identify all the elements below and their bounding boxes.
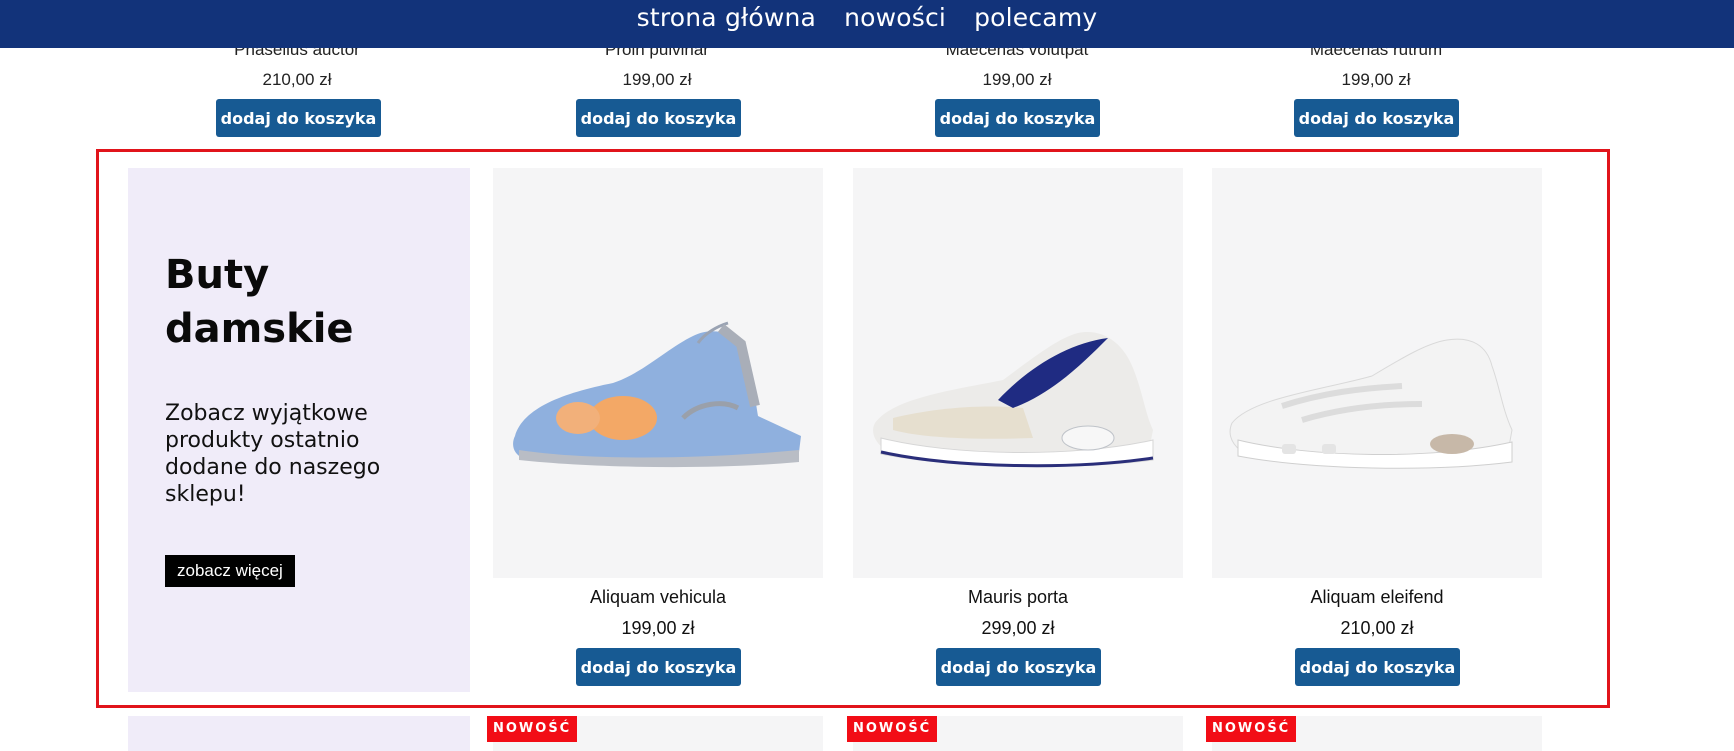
product-image[interactable] — [853, 168, 1183, 578]
sneaker-blue-orange-icon — [513, 321, 801, 468]
promo-description: Zobacz wyjątkowe produkty ostatnio dodan… — [165, 401, 381, 507]
add-to-cart-button[interactable]: dodaj do koszyka — [576, 648, 741, 686]
product-name[interactable]: Aliquam eleifend — [1212, 587, 1542, 608]
add-to-cart-button[interactable]: dodaj do koszyka — [216, 99, 381, 137]
nav-link-recommended[interactable]: polecamy — [974, 3, 1097, 32]
new-badge: NOWOŚĆ — [487, 716, 578, 742]
see-more-button[interactable]: zobacz więcej — [165, 555, 295, 587]
category-promo-panel — [128, 716, 470, 751]
nav-link-home[interactable]: strona główna — [637, 3, 816, 32]
new-badge: NOWOŚĆ — [1206, 716, 1297, 742]
nav-link-new[interactable]: nowości — [844, 3, 946, 32]
product-price: 199,00 zł — [622, 70, 692, 89]
product-price: 210,00 zł — [1340, 618, 1414, 638]
product-image[interactable]: NOWOŚĆ — [847, 716, 1183, 751]
product-price: 199,00 zł — [621, 618, 695, 638]
sneaker-white-icon — [1229, 338, 1513, 469]
product-image[interactable]: NOWOŚĆ — [1206, 716, 1542, 751]
add-to-cart-button[interactable]: dodaj do koszyka — [936, 648, 1101, 686]
next-product-row: NOWOŚĆ NOWOŚĆ NOWOŚĆ — [0, 716, 1734, 751]
product-card: Mauris porta 299,00 zł dodaj do koszyka — [853, 168, 1183, 692]
product-card: Aliquam eleifend 210,00 zł dodaj do kosz… — [1212, 168, 1542, 692]
add-to-cart-button[interactable]: dodaj do koszyka — [1295, 648, 1460, 686]
new-badge: NOWOŚĆ — [847, 716, 938, 742]
product-image[interactable] — [493, 168, 823, 578]
product-price: 199,00 zł — [1341, 70, 1411, 89]
product-name[interactable]: Mauris porta — [853, 587, 1183, 608]
product-price: 299,00 zł — [981, 618, 1055, 638]
product-name[interactable]: Aliquam vehicula — [493, 587, 823, 608]
promo-title: Buty damskie — [165, 252, 354, 352]
product-price: 210,00 zł — [262, 70, 332, 89]
main-navigation: strona główna nowości polecamy — [0, 0, 1734, 48]
category-promo-panel: Buty damskie Zobacz wyjątkowe produkty o… — [128, 168, 470, 692]
add-to-cart-button[interactable]: dodaj do koszyka — [576, 99, 741, 137]
sneaker-white-navy-icon — [873, 332, 1154, 468]
add-to-cart-button[interactable]: dodaj do koszyka — [935, 99, 1100, 137]
add-to-cart-button[interactable]: dodaj do koszyka — [1294, 99, 1459, 137]
product-image[interactable]: NOWOŚĆ — [487, 716, 823, 751]
product-image[interactable] — [1212, 168, 1542, 578]
product-card: Aliquam vehicula 199,00 zł dodaj do kosz… — [493, 168, 823, 692]
product-price: 199,00 zł — [982, 70, 1052, 89]
